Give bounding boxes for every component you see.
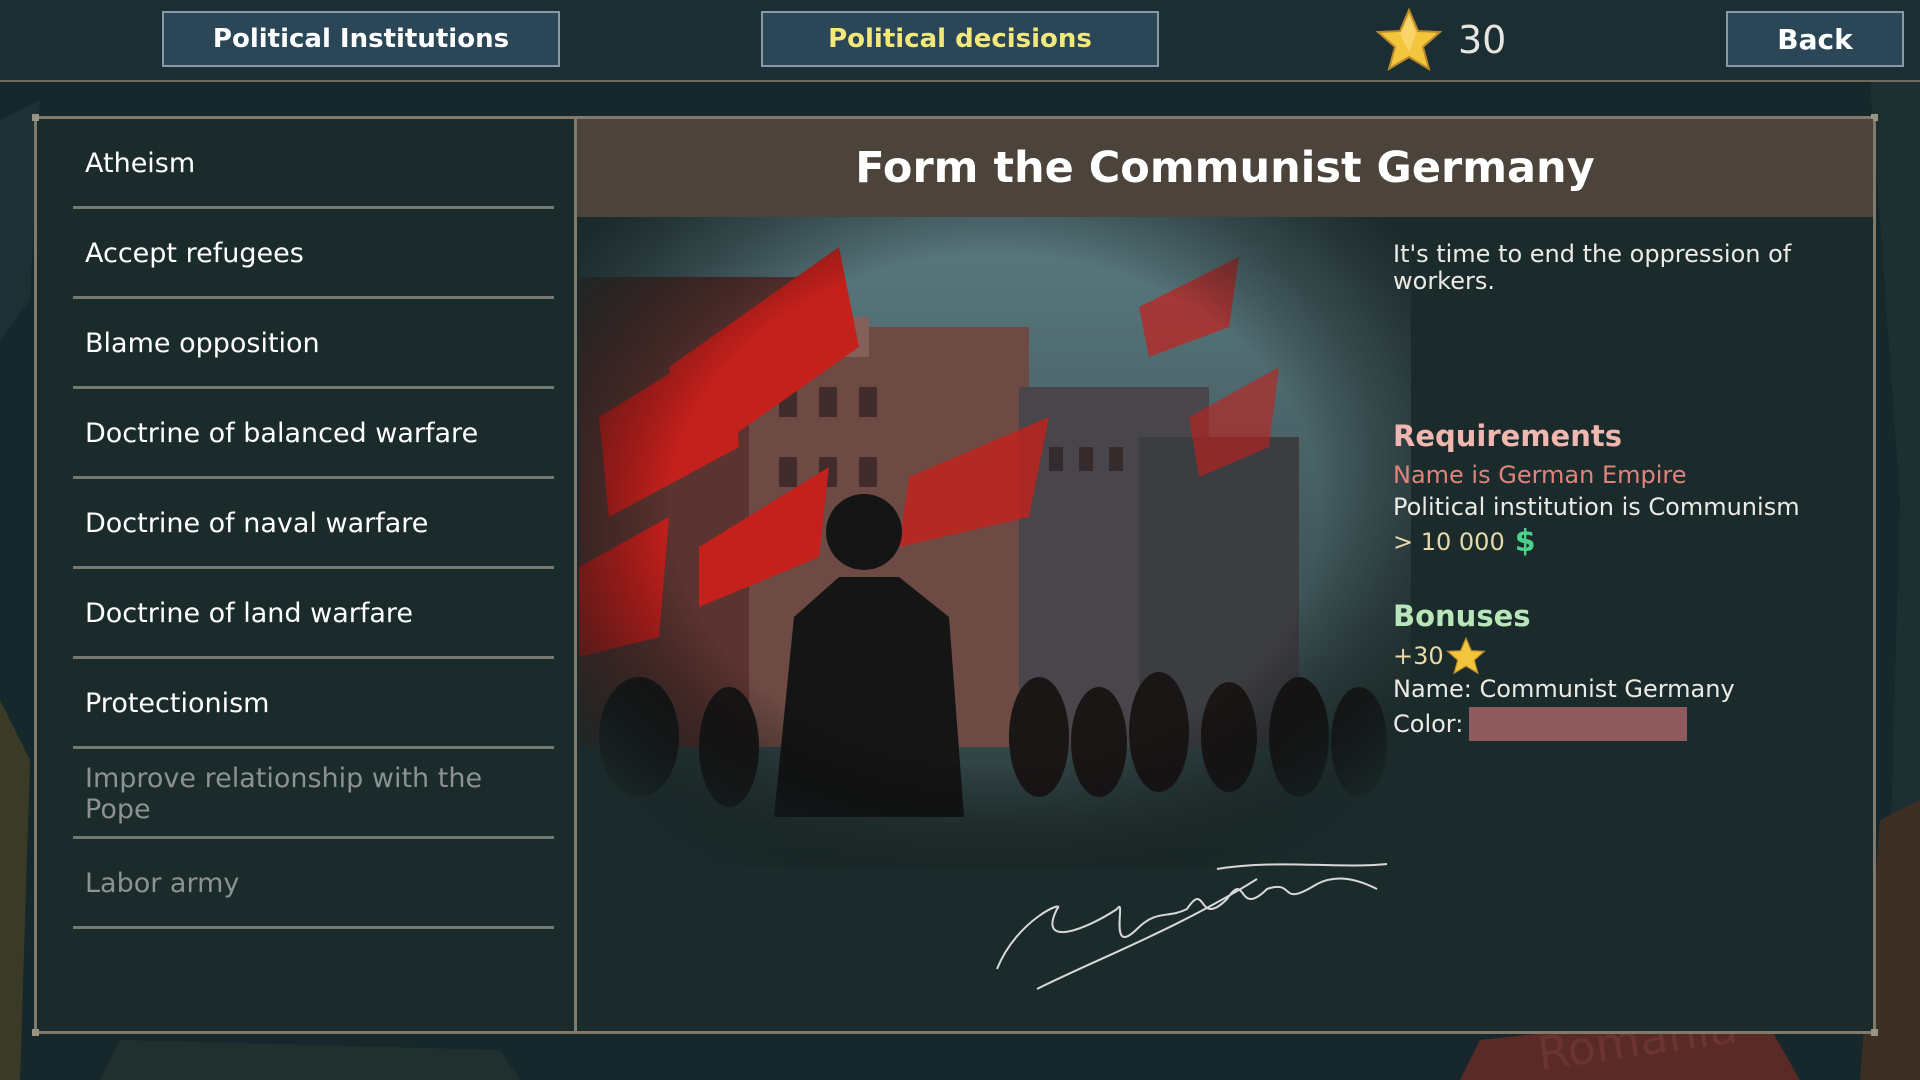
- decision-item-land-warfare[interactable]: Doctrine of land warfare: [73, 571, 554, 659]
- decision-description: It's time to end the oppression of worke…: [1393, 240, 1792, 295]
- bonus-points-value: +30: [1393, 642, 1444, 670]
- star-icon: [1445, 637, 1486, 675]
- top-bar: Political Institutions Political decisio…: [0, 0, 1920, 82]
- requirements-heading: Requirements: [1393, 419, 1622, 453]
- political-decisions-button[interactable]: Political decisions: [761, 11, 1159, 67]
- decision-title: Form the Communist Germany: [577, 119, 1873, 217]
- decision-list: Atheism Accept refugees Blame opposition…: [37, 119, 577, 1031]
- requirement-item-money: > 10 000 $: [1393, 524, 1536, 559]
- political-institutions-button[interactable]: Political Institutions: [162, 11, 560, 67]
- money-requirement-value: > 10 000: [1393, 527, 1505, 556]
- star-icon: [1376, 8, 1442, 72]
- signature: [996, 863, 1388, 990]
- decision-item-accept-refugees[interactable]: Accept refugees: [73, 211, 554, 299]
- bonuses-heading: Bonuses: [1393, 599, 1531, 633]
- panel-corner: [1871, 1029, 1878, 1036]
- requirement-item: Name is German Empire: [1393, 461, 1687, 489]
- political-points-counter: 30: [1376, 8, 1506, 72]
- decision-illustration: [579, 217, 1411, 867]
- requirement-item: Political institution is Communism: [1393, 493, 1800, 521]
- decision-item-balanced-warfare[interactable]: Doctrine of balanced warfare: [73, 391, 554, 479]
- bonus-name: Name: Communist Germany: [1393, 675, 1735, 703]
- decisions-panel: Atheism Accept refugees Blame opposition…: [32, 114, 1878, 1036]
- decision-item-pope-relationship[interactable]: Improve relationship with the Pope: [73, 751, 554, 839]
- bonus-color: Color:: [1393, 707, 1688, 741]
- color-swatch: [1469, 707, 1688, 741]
- decision-item-blame-opposition[interactable]: Blame opposition: [73, 301, 554, 389]
- bonus-points: +30: [1393, 637, 1486, 675]
- dollar-icon: $: [1514, 524, 1536, 559]
- back-button[interactable]: Back: [1726, 11, 1904, 67]
- bonus-color-label: Color:: [1393, 710, 1464, 738]
- points-value: 30: [1458, 18, 1507, 62]
- decision-item-protectionism[interactable]: Protectionism: [73, 661, 554, 749]
- decision-item-labor-army[interactable]: Labor army: [73, 841, 554, 929]
- decision-item-atheism[interactable]: Atheism: [73, 121, 554, 209]
- decision-item-naval-warfare[interactable]: Doctrine of naval warfare: [73, 481, 554, 569]
